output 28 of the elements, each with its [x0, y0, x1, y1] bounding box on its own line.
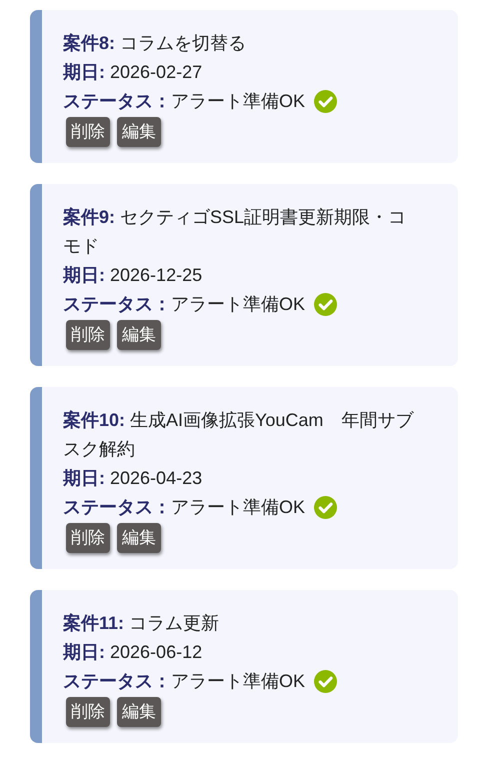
due-date: 2026-06-12 — [110, 642, 202, 662]
due-label: 期日: — [63, 62, 105, 82]
action-button[interactable]: 削除 — [66, 320, 110, 350]
action-button[interactable]: 編集 — [117, 320, 161, 350]
due-label: 期日: — [63, 468, 105, 488]
action-button[interactable]: 削除 — [66, 697, 110, 727]
status-text: アラート準備OK — [171, 496, 306, 519]
due-date: 2026-04-23 — [110, 468, 202, 488]
status-text: アラート準備OK — [171, 90, 306, 113]
action-button[interactable]: 削除 — [66, 523, 110, 553]
case-title: 案件9: セクティゴSSL証明書更新期限・コモド — [63, 206, 408, 258]
due-label: 期日: — [63, 642, 105, 662]
status-text: アラート準備OK — [171, 670, 306, 693]
status-text: アラート準備OK — [171, 293, 306, 316]
action-button[interactable]: 削除 — [66, 117, 110, 147]
due-date: 2026-02-27 — [110, 62, 202, 82]
action-button[interactable]: 編集 — [117, 117, 161, 147]
action-button[interactable]: 編集 — [117, 523, 161, 553]
action-button[interactable]: 編集 — [117, 697, 161, 727]
due-date: 2026-12-25 — [110, 265, 202, 285]
case-title: 案件10: 生成AI画像拡張YouCam 年間サブスク解約 — [63, 409, 414, 461]
status-label: ステータス： — [63, 496, 171, 519]
due-label: 期日: — [63, 265, 105, 285]
case-title: 案件11: コラム更新 — [63, 612, 220, 635]
status-label: ステータス： — [63, 90, 171, 113]
status-label: ステータス： — [63, 293, 171, 316]
case-title: 案件8: コラムを切替る — [63, 32, 248, 55]
status-label: ステータス： — [63, 670, 171, 693]
